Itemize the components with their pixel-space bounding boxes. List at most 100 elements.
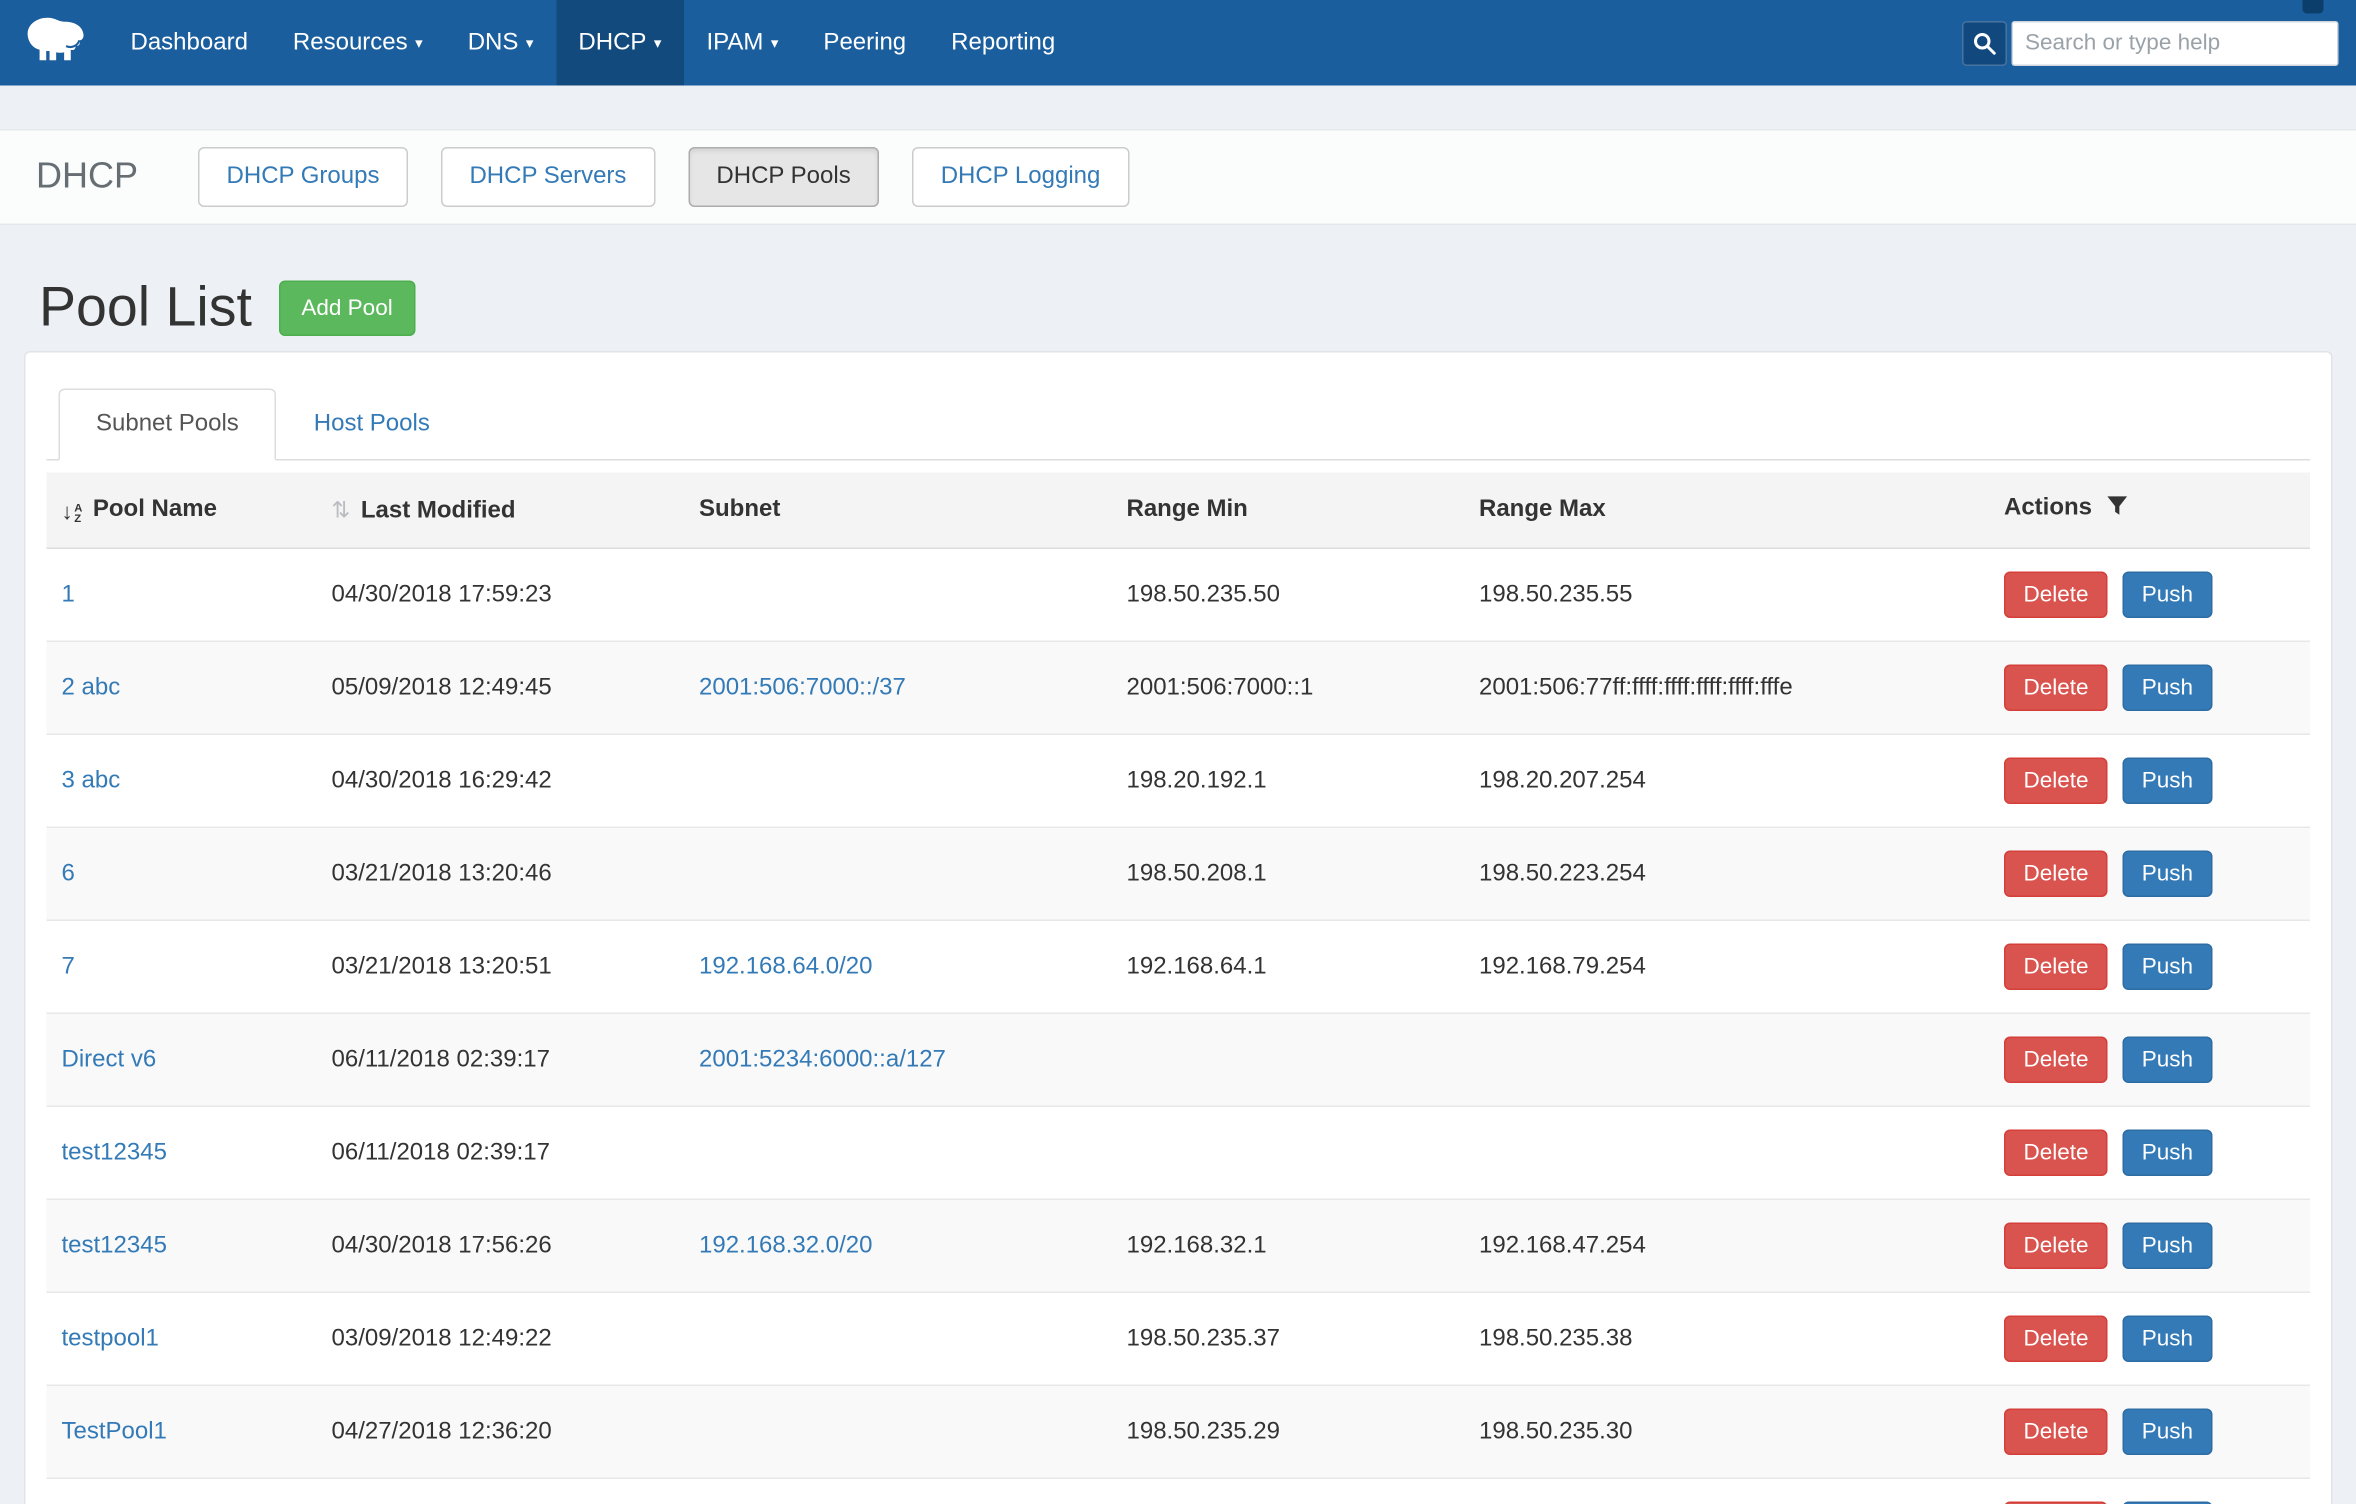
pool-name-link[interactable]: 6 (62, 860, 75, 886)
subnet-link[interactable]: 2001:506:7000::/37 (699, 674, 906, 700)
delete-button[interactable]: Delete (2004, 758, 2108, 805)
push-button[interactable]: Push (2122, 1130, 2212, 1177)
nav-label: DNS (468, 29, 519, 56)
pool-table-body: 1 04/30/2018 17:59:23 198.50.235.50 198.… (47, 548, 2311, 1504)
search-input[interactable] (2012, 20, 2339, 65)
dhcp-logging-button[interactable]: DHCP Logging (912, 147, 1129, 207)
delete-button[interactable]: Delete (2004, 572, 2108, 619)
table-row: test12345 06/11/2018 02:39:17 Delete Pus… (47, 1106, 2311, 1199)
push-button[interactable]: Push (2122, 851, 2212, 898)
range-min-text: 198.50.235.50 (1127, 581, 1280, 607)
sort-alpha-down-icon[interactable]: ↓AZ (62, 501, 83, 524)
nav-item-dashboard[interactable]: Dashboard (108, 0, 270, 86)
sort-updown-icon[interactable]: ⇅ (332, 497, 351, 523)
pool-name-link[interactable]: 1 (62, 581, 75, 607)
push-button[interactable]: Push (2122, 1037, 2212, 1084)
range-min-text: 198.20.192.1 (1127, 767, 1267, 793)
pool-name-link[interactable]: 7 (62, 953, 75, 979)
column-label: Last Modified (361, 497, 516, 523)
range-min-text: 198.50.208.1 (1127, 860, 1267, 886)
pool-name-link[interactable]: test12345 (62, 1139, 167, 1165)
delete-button[interactable]: Delete (2004, 1409, 2108, 1456)
table-row: 3 abc 04/30/2018 16:29:42 198.20.192.1 1… (47, 734, 2311, 827)
dhcp-servers-button[interactable]: DHCP Servers (441, 147, 655, 207)
delete-button[interactable]: Delete (2004, 1130, 2108, 1177)
pool-tabs: Subnet Pools Host Pools (47, 389, 2311, 461)
pool-name-link[interactable]: 2 abc (62, 674, 121, 700)
nav-item-peering[interactable]: Peering (801, 0, 929, 86)
last-modified-text: 03/21/2018 13:20:46 (332, 860, 552, 886)
nav-item-ipam[interactable]: IPAM ▾ (684, 0, 801, 86)
push-button[interactable]: Push (2122, 1223, 2212, 1270)
subnet-link[interactable]: 192.168.64.0/20 (699, 953, 873, 979)
dhcp-pools-button[interactable]: DHCP Pools (688, 147, 879, 207)
search-icon[interactable] (1962, 20, 2007, 65)
range-max-text: 192.168.47.254 (1479, 1232, 1646, 1258)
nav-item-resources[interactable]: Resources ▾ (270, 0, 445, 86)
table-row: Direct v6 06/11/2018 02:39:17 2001:5234:… (47, 1013, 2311, 1106)
pool-name-link[interactable]: 3 abc (62, 767, 121, 793)
nav-label: IPAM (706, 29, 763, 56)
subnet-link[interactable]: 192.168.32.0/20 (699, 1232, 873, 1258)
delete-button[interactable]: Delete (2004, 665, 2108, 712)
push-button[interactable]: Push (2122, 944, 2212, 991)
push-button[interactable]: Push (2122, 665, 2212, 712)
push-button[interactable]: Push (2122, 758, 2212, 805)
caret-down-icon: ▾ (654, 36, 662, 53)
nav-item-dns[interactable]: DNS ▾ (445, 0, 556, 86)
subnet-link[interactable]: 2001:5234:6000::a/127 (699, 1046, 946, 1072)
nav-label: Reporting (951, 29, 1055, 56)
add-pool-button[interactable]: Add Pool (279, 280, 415, 336)
column-range-min: Range Min (1112, 473, 1465, 549)
dhcp-groups-button[interactable]: DHCP Groups (198, 147, 408, 207)
range-max-text: 198.20.207.254 (1479, 767, 1646, 793)
last-modified-text: 04/27/2018 12:36:20 (332, 1418, 552, 1444)
tab-host-pools[interactable]: Host Pools (276, 389, 467, 461)
table-row: TestPool2 05/11/2018 15:17:26 2001:5234:… (47, 1478, 2311, 1504)
table-row: 1 04/30/2018 17:59:23 198.50.235.50 198.… (47, 548, 2311, 641)
range-min-text: 198.50.235.37 (1127, 1325, 1280, 1351)
last-modified-text: 05/09/2018 12:49:45 (332, 674, 552, 700)
pool-name-link[interactable]: Direct v6 (62, 1046, 157, 1072)
push-button[interactable]: Push (2122, 1409, 2212, 1456)
top-right-menu-fragment[interactable] (2303, 0, 2324, 14)
top-navbar: Dashboard Resources ▾ DNS ▾ DHCP ▾ IPAM … (0, 0, 2356, 86)
nav-label: DHCP (578, 29, 646, 56)
nav-item-dhcp[interactable]: DHCP ▾ (556, 0, 684, 86)
delete-button[interactable]: Delete (2004, 944, 2108, 991)
caret-down-icon: ▾ (415, 36, 423, 53)
push-button[interactable]: Push (2122, 1316, 2212, 1363)
last-modified-text: 03/21/2018 13:20:51 (332, 953, 552, 979)
nav-item-reporting[interactable]: Reporting (929, 0, 1078, 86)
dhcp-subnav: DHCP DHCP Groups DHCP Servers DHCP Pools… (0, 129, 2356, 225)
column-label: Pool Name (93, 497, 217, 523)
range-max-text: 198.50.235.55 (1479, 581, 1632, 607)
column-label: Actions (2004, 495, 2092, 521)
delete-button[interactable]: Delete (2004, 851, 2108, 898)
column-last-modified[interactable]: ⇅ Last Modified (317, 473, 685, 549)
column-label: Range Max (1479, 497, 1606, 523)
nav-label: Peering (823, 29, 906, 56)
nav-label: Resources (293, 29, 408, 56)
delete-button[interactable]: Delete (2004, 1037, 2108, 1084)
tab-subnet-pools[interactable]: Subnet Pools (59, 389, 277, 461)
column-label: Range Min (1127, 497, 1248, 523)
funnel-filter-icon[interactable] (2106, 498, 2129, 524)
navbar-search (1962, 0, 2356, 86)
pool-name-link[interactable]: TestPool1 (62, 1418, 167, 1444)
pool-name-link[interactable]: test12345 (62, 1232, 167, 1258)
pool-name-link[interactable]: testpool1 (62, 1325, 159, 1351)
last-modified-text: 04/30/2018 17:56:26 (332, 1232, 552, 1258)
app-root: Dashboard Resources ▾ DNS ▾ DHCP ▾ IPAM … (0, 0, 2356, 1504)
last-modified-text: 06/11/2018 02:39:17 (332, 1139, 550, 1165)
range-max-text: 198.50.235.38 (1479, 1325, 1632, 1351)
delete-button[interactable]: Delete (2004, 1316, 2108, 1363)
column-pool-name[interactable]: ↓AZ Pool Name (47, 473, 317, 549)
column-subnet: Subnet (684, 473, 1112, 549)
push-button[interactable]: Push (2122, 572, 2212, 619)
delete-button[interactable]: Delete (2004, 1223, 2108, 1270)
brand-logo[interactable] (21, 0, 90, 86)
range-max-text: 192.168.79.254 (1479, 953, 1646, 979)
range-min-text: 192.168.32.1 (1127, 1232, 1267, 1258)
table-row: 6 03/21/2018 13:20:46 198.50.208.1 198.5… (47, 827, 2311, 920)
